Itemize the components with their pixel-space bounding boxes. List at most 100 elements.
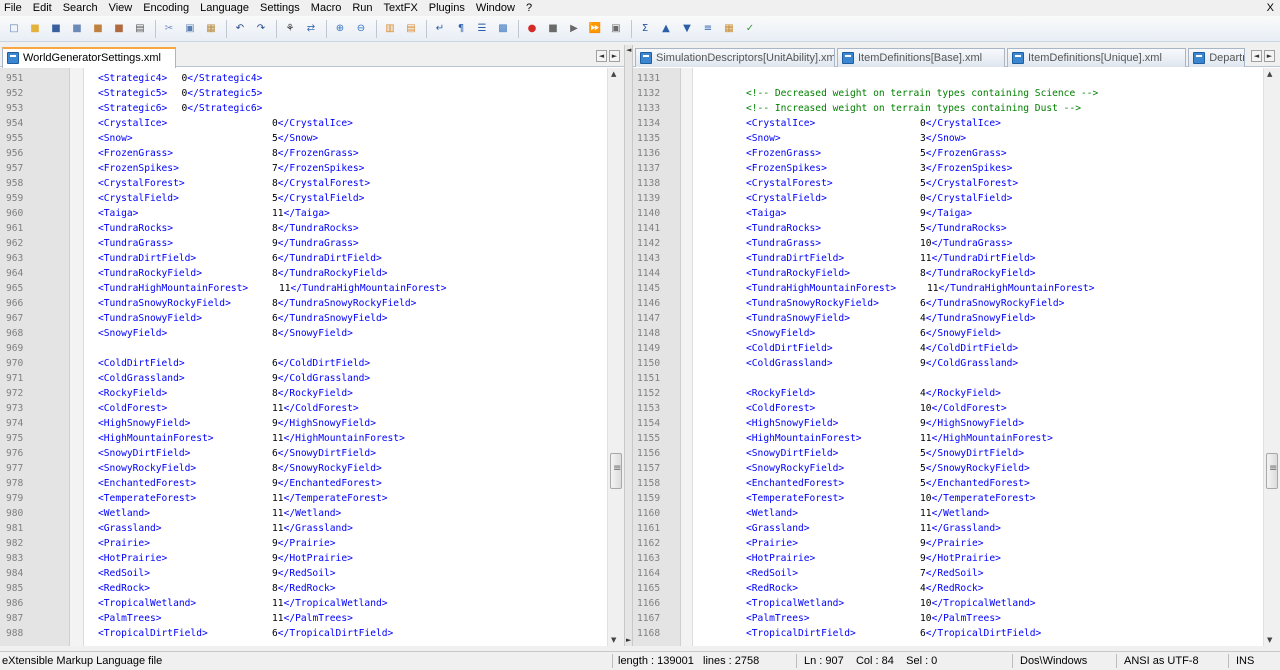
menu-view[interactable]: View bbox=[104, 0, 139, 16]
save-all-icon[interactable]: ■ bbox=[69, 21, 85, 37]
code-line: 1151 bbox=[633, 371, 1280, 386]
sync-vertical-icon[interactable]: ▥ bbox=[382, 21, 398, 37]
indent-guide-icon[interactable]: ☰ bbox=[474, 21, 490, 37]
menu-plugins[interactable]: Plugins bbox=[424, 0, 471, 16]
right-scroll-thumb[interactable] bbox=[1266, 452, 1278, 489]
right-vertical-scrollbar[interactable]: ▲ ▼ bbox=[1263, 68, 1280, 646]
left-scroll-thumb[interactable] bbox=[610, 452, 622, 489]
menu-edit[interactable]: Edit bbox=[28, 0, 58, 16]
sum-icon[interactable]: ≡ bbox=[700, 21, 716, 37]
right-editor[interactable]: 1131 1132 <!-- Decreased weight on terrain… bbox=[633, 68, 1280, 646]
compare-icon[interactable]: ▦ bbox=[721, 21, 737, 37]
xml-value-and-close: 11</TundraDirtField> bbox=[920, 251, 1036, 266]
xml-value-and-close: 3</Snow> bbox=[920, 131, 966, 146]
tab-scroll-right-button[interactable]: ► bbox=[609, 50, 620, 62]
word-wrap-icon[interactable]: ↵ bbox=[432, 21, 448, 37]
user-lang-icon[interactable]: ▩ bbox=[495, 21, 511, 37]
xml-open-tag: <SnowyRockyField> bbox=[98, 463, 197, 474]
status-eol-format[interactable]: Dos\Windows bbox=[1020, 652, 1087, 670]
undo-icon[interactable]: ↶ bbox=[232, 21, 248, 37]
tab-itemdefinitions-base-xml[interactable]: ItemDefinitions[Base].xml bbox=[837, 48, 1005, 67]
zoom-out-icon[interactable]: ⊖ bbox=[353, 21, 369, 37]
replace-icon[interactable]: ⇄ bbox=[303, 21, 319, 37]
menu-settings[interactable]: Settings bbox=[255, 0, 306, 16]
play-macro-icon[interactable]: ▶ bbox=[566, 21, 582, 37]
xml-close-tag: </TemperateForest> bbox=[931, 493, 1036, 504]
copy-icon[interactable]: ▣ bbox=[182, 21, 198, 37]
code-line: 1147 <TundraSnowyField> 4</TundraSnowyFiel… bbox=[633, 311, 1280, 326]
xml-value-and-close: 8</SnowyRockyField> bbox=[272, 461, 382, 476]
save-icon[interactable]: ■ bbox=[48, 21, 64, 37]
spellcheck-icon[interactable]: ✓ bbox=[742, 21, 758, 37]
find-icon[interactable]: ⚘ bbox=[282, 21, 298, 37]
code-line: 954 <CrystalIce> 0</CrystalIce> bbox=[0, 116, 624, 131]
menu-file[interactable]: File bbox=[0, 0, 28, 16]
sort-icon[interactable]: Σ bbox=[637, 21, 653, 37]
scroll-down-arrow-icon[interactable]: ▼ bbox=[611, 636, 616, 644]
xml-value-and-close: 8</TundraRockyField> bbox=[920, 266, 1036, 281]
menu-help[interactable]: ? bbox=[521, 0, 538, 16]
open-file-icon[interactable]: ■ bbox=[27, 21, 43, 37]
run-macro-multiple-icon[interactable]: ⏩ bbox=[587, 21, 603, 37]
menu-search[interactable]: Search bbox=[58, 0, 104, 16]
tab-departmentofscience-co[interactable]: DepartmentOfScience+Co bbox=[1188, 48, 1245, 67]
xml-open-tag: <TundraSnowyField> bbox=[746, 313, 850, 324]
menu-window[interactable]: Window bbox=[471, 0, 521, 16]
xml-open-tag: <RedSoil> bbox=[746, 568, 798, 579]
new-file-icon[interactable]: □ bbox=[6, 21, 22, 37]
record-macro-icon[interactable]: ● bbox=[524, 21, 540, 37]
xml-value-and-close: 0</Strategic4> bbox=[182, 71, 263, 86]
scroll-up-arrow-icon[interactable]: ▲ bbox=[1267, 70, 1272, 78]
close-document-icon[interactable]: X bbox=[1267, 0, 1274, 16]
xml-file-icon bbox=[1193, 52, 1206, 64]
tab-scroll-left-button[interactable]: ◄ bbox=[1251, 50, 1262, 62]
menu-language[interactable]: Language bbox=[195, 0, 255, 16]
line-number: 962 bbox=[6, 238, 24, 249]
stop-macro-icon[interactable]: ■ bbox=[545, 21, 561, 37]
xml-value-and-close: 0</CrystalIce> bbox=[272, 116, 353, 131]
menu-run[interactable]: Run bbox=[347, 0, 378, 16]
close-icon[interactable]: ■ bbox=[90, 21, 106, 37]
tab-label: SimulationDescriptors[UnitAbility].xml bbox=[656, 52, 835, 64]
xml-close-tag: </FrozenGrass> bbox=[277, 148, 359, 159]
move-up-icon[interactable]: ▲ bbox=[658, 21, 674, 37]
status-insert-mode[interactable]: INS bbox=[1236, 652, 1254, 670]
menu-macro[interactable]: Macro bbox=[306, 0, 348, 16]
left-editor[interactable]: 951 <Strategic4> 0</Strategic4> 952 <Strateg… bbox=[0, 68, 624, 646]
show-all-chars-icon[interactable]: ¶ bbox=[453, 21, 469, 37]
xml-close-tag: </CrystalIce> bbox=[925, 118, 1001, 129]
redo-icon[interactable]: ↷ bbox=[253, 21, 269, 37]
zoom-in-icon[interactable]: ⊕ bbox=[332, 21, 348, 37]
xml-value-and-close: 6</SnowyDirtField> bbox=[272, 446, 376, 461]
tab-scroll-right-button[interactable]: ► bbox=[1264, 50, 1275, 62]
tab-simulationdescriptors-unitability-xml[interactable]: SimulationDescriptors[UnitAbility].xml bbox=[635, 48, 835, 67]
scroll-down-arrow-icon[interactable]: ▼ bbox=[1267, 636, 1272, 644]
view-splitter[interactable]: ◄ ► bbox=[624, 45, 633, 646]
paste-icon[interactable]: ▦ bbox=[203, 21, 219, 37]
close-all-icon[interactable]: ■ bbox=[111, 21, 127, 37]
xml-close-tag: </EnchantedForest> bbox=[277, 478, 382, 489]
menu-textfx[interactable]: TextFX bbox=[379, 0, 424, 16]
code-line: 958 <CrystalForest> 8</CrystalForest> bbox=[0, 176, 624, 191]
line-number: 1166 bbox=[637, 598, 661, 609]
xml-close-tag: </RedSoil> bbox=[277, 568, 336, 579]
line-number: 1142 bbox=[637, 238, 661, 249]
splitter-left-arrow-icon[interactable]: ◄ bbox=[626, 47, 631, 54]
print-icon[interactable]: ▤ bbox=[132, 21, 148, 37]
left-vertical-scrollbar[interactable]: ▲ ▼ bbox=[607, 68, 624, 646]
code-line: 1135 <Snow> 3</Snow> bbox=[633, 131, 1280, 146]
menu-encoding[interactable]: Encoding bbox=[138, 0, 195, 16]
status-divider bbox=[796, 654, 797, 668]
tab-scroll-left-button[interactable]: ◄ bbox=[596, 50, 607, 62]
code-line: 1132 <!-- Decreased weight on terrain typ… bbox=[633, 86, 1280, 101]
tab-itemdefinitions-unique-xml[interactable]: ItemDefinitions[Unique].xml bbox=[1007, 48, 1187, 67]
cut-icon[interactable]: ✂ bbox=[161, 21, 177, 37]
tab-worldgeneratorsettings-xml[interactable]: WorldGeneratorSettings.xml bbox=[2, 47, 176, 68]
status-encoding[interactable]: ANSI as UTF-8 bbox=[1124, 652, 1199, 670]
splitter-right-arrow-icon[interactable]: ► bbox=[626, 637, 631, 644]
xml-value-and-close: 8</FrozenGrass> bbox=[272, 146, 359, 161]
scroll-up-arrow-icon[interactable]: ▲ bbox=[611, 70, 616, 78]
move-down-icon[interactable]: ▼ bbox=[679, 21, 695, 37]
save-macro-icon[interactable]: ▣ bbox=[608, 21, 624, 37]
sync-horizontal-icon[interactable]: ▤ bbox=[403, 21, 419, 37]
